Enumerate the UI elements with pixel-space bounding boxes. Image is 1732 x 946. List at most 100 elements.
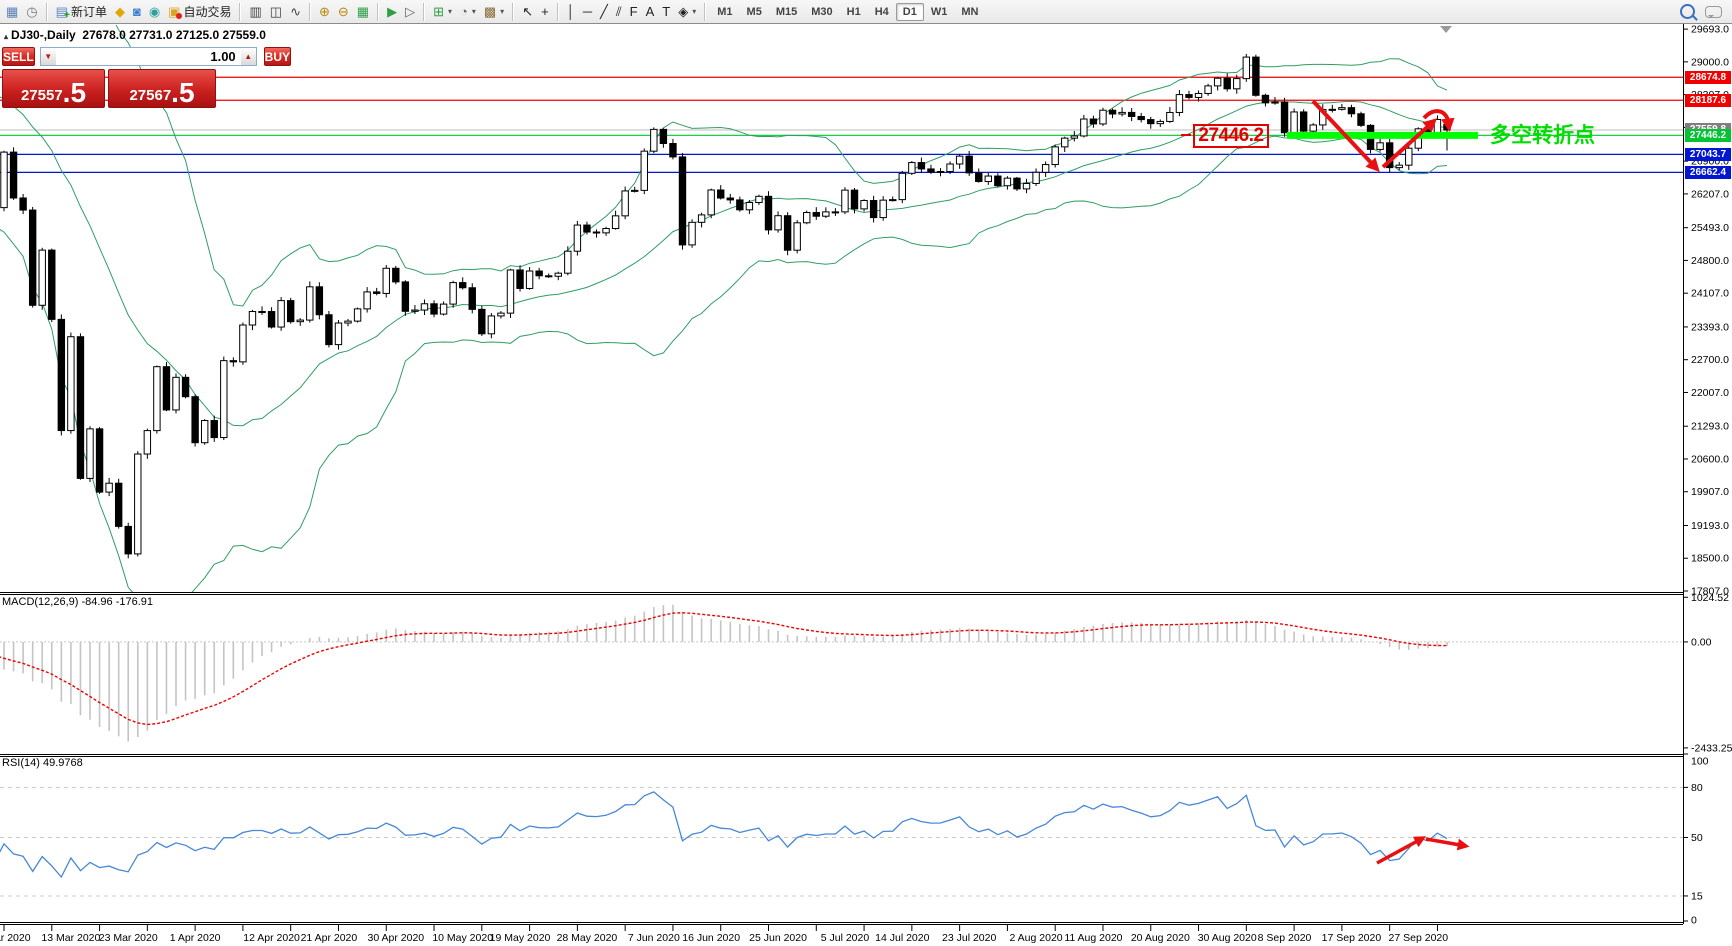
- trendline-icon[interactable]: ╱: [596, 2, 612, 22]
- price-badge-27043.7: 27043.7: [1685, 148, 1731, 161]
- dropdown-arrow-icon[interactable]: ▾: [692, 7, 696, 16]
- svg-text:25 Jun 2020: 25 Jun 2020: [749, 932, 807, 944]
- timeframe-M30[interactable]: M30: [804, 3, 839, 21]
- fibonacci-icon[interactable]: F: [626, 2, 642, 22]
- svg-text:80: 80: [1691, 782, 1703, 794]
- search-icon[interactable]: [1680, 4, 1695, 19]
- timeframe-MN[interactable]: MN: [954, 3, 985, 21]
- dot-badge-icon: [176, 13, 182, 19]
- svg-text:24107.0: 24107.0: [1691, 288, 1729, 300]
- svg-text:30 Apr 2020: 30 Apr 2020: [367, 932, 424, 944]
- vertical-line-icon[interactable]: │: [563, 2, 579, 22]
- zoom-out-icon[interactable]: ⊖: [334, 2, 353, 22]
- timeframe-M1[interactable]: M1: [710, 3, 739, 21]
- toolbar: ▦◷▤+新订单◆◙◉▣自动交易▥◫∿⊕⊖▦▶▷⊞▾◔▾▩▾↖+│─╱⫽FAT◈▾…: [0, 0, 1732, 24]
- svg-text:28 May 2020: 28 May 2020: [557, 932, 618, 944]
- buy-price-pip: .5: [171, 80, 194, 107]
- text-icon: A: [646, 5, 655, 18]
- arrows-icon: ◈: [678, 5, 688, 18]
- svg-text:4 Mar 2020: 4 Mar 2020: [0, 932, 31, 944]
- svg-text:1024.52: 1024.52: [1691, 592, 1729, 604]
- buy-price-tile[interactable]: 27567.5: [108, 69, 216, 108]
- svg-text:8 Sep 2020: 8 Sep 2020: [1258, 932, 1312, 944]
- arrows-icon[interactable]: ◈▾: [674, 2, 700, 22]
- bar-chart-icon[interactable]: ▥: [245, 2, 265, 22]
- zoom-in-icon[interactable]: ⊕: [315, 2, 334, 22]
- volume-decrease-button[interactable]: ▼: [41, 48, 56, 65]
- axis-labels: 29693.029000.028307.027614.026900.026207…: [0, 24, 1732, 944]
- dropdown-arrow-icon[interactable]: ▾: [448, 7, 452, 16]
- auto-scroll-icon: ▶: [387, 5, 397, 18]
- sell-price-tile[interactable]: 27557.5: [2, 69, 105, 108]
- text-icon[interactable]: A: [642, 2, 659, 22]
- svg-text:26207.0: 26207.0: [1691, 188, 1729, 200]
- timeframe-M5[interactable]: M5: [740, 3, 769, 21]
- timeframe-H1[interactable]: H1: [840, 3, 868, 21]
- periods-icon[interactable]: ◔▾: [456, 2, 480, 22]
- history-center-icon[interactable]: ◷: [22, 2, 41, 22]
- timeframe-W1[interactable]: W1: [924, 3, 955, 21]
- cursor-icon: ↖: [522, 5, 533, 18]
- timeframe-M15[interactable]: M15: [769, 3, 804, 21]
- dropdown-arrow-icon[interactable]: ▾: [472, 7, 476, 16]
- new-order-button[interactable]: ▤+新订单: [52, 2, 111, 22]
- turning-point-annotation[interactable]: 多空转折点: [1490, 119, 1595, 149]
- vertical-line-icon: │: [567, 5, 575, 18]
- candlestick-chart-icon[interactable]: ◫: [266, 2, 286, 22]
- timeframe-H4[interactable]: H4: [868, 3, 896, 21]
- horizontal-line-icon[interactable]: ─: [579, 2, 596, 22]
- sell-price-pip: .5: [63, 80, 86, 107]
- line-chart-icon[interactable]: ∿: [286, 2, 305, 22]
- horizontal-line-icon: ─: [583, 5, 592, 18]
- channel-icon[interactable]: ⫽: [612, 2, 626, 22]
- svg-text:16 Jun 2020: 16 Jun 2020: [682, 932, 740, 944]
- svg-text:22700.0: 22700.0: [1691, 354, 1729, 366]
- plus-badge-icon: +: [64, 11, 70, 21]
- indicators-icon[interactable]: ⊞▾: [429, 2, 456, 22]
- dropdown-arrow-icon[interactable]: ▾: [500, 7, 504, 16]
- auto-scroll-icon[interactable]: ▶: [383, 2, 401, 22]
- zoom-in-icon: ⊕: [319, 5, 330, 18]
- text-label-icon[interactable]: T: [658, 2, 674, 22]
- svg-text:10 May 2020: 10 May 2020: [432, 932, 493, 944]
- chart-window-icon[interactable]: ▦: [2, 2, 22, 22]
- templates-icon[interactable]: ▩▾: [480, 2, 508, 22]
- symbol-period-label: DJ30-,Daily: [11, 28, 76, 42]
- volume-increase-button[interactable]: ▲: [241, 48, 256, 65]
- marketplace-icon[interactable]: ◆: [111, 2, 129, 22]
- chart-shift-marker-icon[interactable]: [1440, 26, 1452, 33]
- cursor-icon[interactable]: ↖: [518, 2, 537, 22]
- ohlc-values: 27678.0 27731.0 27125.0 27559.0: [82, 28, 266, 42]
- rsi-pane: [0, 754, 1683, 896]
- community-icon: ◙: [133, 5, 141, 18]
- svg-text:5 Jul 2020: 5 Jul 2020: [821, 932, 870, 944]
- signals-icon[interactable]: ◉: [145, 2, 164, 22]
- marketplace-icon: ◆: [115, 5, 125, 18]
- trendline-icon: ╱: [600, 5, 608, 18]
- buy-price-main: 27567: [129, 88, 171, 103]
- text-label-icon: T: [662, 5, 670, 18]
- svg-text:29000.0: 29000.0: [1691, 56, 1729, 68]
- svg-text:14 Jul 2020: 14 Jul 2020: [875, 932, 929, 944]
- sell-button[interactable]: SELL: [2, 47, 35, 66]
- price-level-label[interactable]: 27446.2: [1193, 124, 1269, 148]
- buy-button[interactable]: BUY: [264, 47, 291, 66]
- svg-text:12 Apr 2020: 12 Apr 2020: [243, 932, 300, 944]
- crosshair-icon: +: [541, 5, 549, 18]
- rsi-indicator-label: RSI(14) 49.9768: [2, 757, 83, 769]
- volume-stepper: ▼ ▲: [40, 47, 257, 66]
- timeframe-D1[interactable]: D1: [896, 3, 924, 21]
- chart-canvas[interactable]: 29693.029000.028307.027614.026900.026207…: [0, 24, 1732, 946]
- tile-windows-icon[interactable]: ▦: [353, 2, 373, 22]
- svg-text:25493.0: 25493.0: [1691, 222, 1729, 234]
- svg-text:23 Jul 2020: 23 Jul 2020: [942, 932, 996, 944]
- crosshair-icon[interactable]: +: [537, 2, 553, 22]
- chart-shift-icon[interactable]: ▷: [401, 2, 419, 22]
- volume-input[interactable]: [56, 48, 241, 65]
- auto-trading-button[interactable]: ▣自动交易: [164, 2, 235, 22]
- chat-icon[interactable]: [1705, 6, 1722, 18]
- community-icon[interactable]: ◙: [129, 2, 145, 22]
- candlestick-chart-icon: ◫: [270, 5, 282, 18]
- pane-borders: [0, 24, 1684, 925]
- symbol-marker-icon: ▴: [4, 32, 8, 41]
